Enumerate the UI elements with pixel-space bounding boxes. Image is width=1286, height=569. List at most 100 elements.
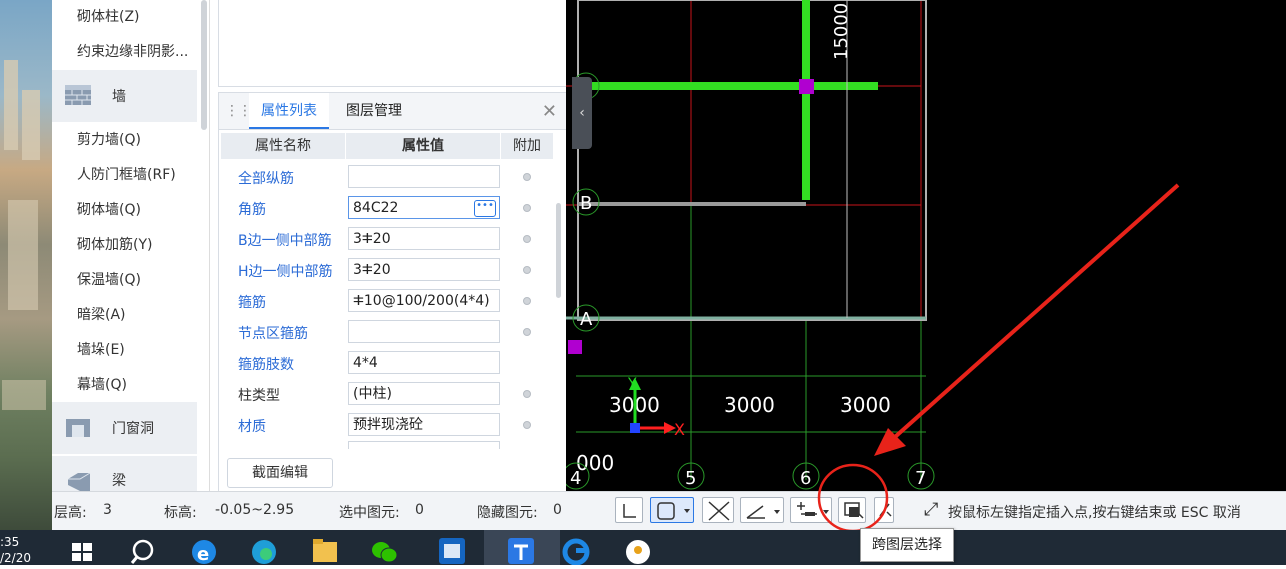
object-snap-button[interactable]: [650, 497, 694, 523]
taskbar-budget-app[interactable]: [428, 530, 476, 565]
taskbar-wechat[interactable]: [360, 530, 408, 565]
nav-category-wall[interactable]: 墙: [52, 70, 197, 122]
extra-checkbox[interactable]: [523, 204, 531, 212]
extra-checkbox[interactable]: [523, 297, 531, 305]
property-row: 全部纵筋: [221, 162, 553, 193]
property-value-input[interactable]: 3ⵐ20: [348, 227, 500, 250]
extra-checkbox[interactable]: [523, 421, 531, 429]
wechat-icon: [372, 542, 398, 563]
property-value-input[interactable]: [348, 441, 500, 449]
taskbar-gtj-app-active[interactable]: [484, 530, 560, 565]
taskbar-search[interactable]: [118, 530, 166, 565]
floor-height-label: 层高:: [54, 505, 87, 521]
extra-checkbox[interactable]: [523, 235, 531, 243]
column-header-extra: 附加: [513, 138, 541, 154]
property-value-input[interactable]: 预拌现浇砼: [348, 413, 500, 436]
search-icon: [130, 539, 154, 564]
desktop-wallpaper: [0, 0, 52, 532]
span-label: 3000: [724, 393, 775, 417]
drag-grip-icon[interactable]: ⋮⋮: [225, 103, 252, 119]
clock-date: /2/20: [0, 551, 31, 565]
property-panel: ⋮⋮ 属性列表 图层管理 ✕ 属性名称 属性值 附加 全部纵筋 角筋 84C22…: [218, 92, 568, 493]
property-name: 箍筋: [238, 295, 266, 311]
collapse-panel-handle[interactable]: ‹: [572, 77, 592, 149]
property-name: 箍筋肢数: [238, 357, 294, 373]
nav-item-masonry-wall[interactable]: 砌体墙(Q): [77, 200, 141, 220]
column-marker: [799, 79, 814, 94]
nav-item-constraint-edge[interactable]: 约束边缘非阴影...: [77, 42, 188, 62]
nav-item-civil-defense-wall[interactable]: 人防门框墙(RF): [77, 165, 176, 185]
extra-checkbox[interactable]: [523, 328, 531, 336]
property-value-input[interactable]: (中柱): [348, 382, 500, 405]
axis-grid-red: [566, 0, 922, 320]
property-panel-tabs: ⋮⋮ 属性列表 图层管理 ✕: [219, 93, 567, 130]
svg-text:e: e: [197, 544, 209, 565]
folder-icon: [313, 539, 337, 562]
nav-item-insulation-wall[interactable]: 保温墙(Q): [77, 270, 141, 290]
tab-layer-management[interactable]: 图层管理: [334, 93, 414, 129]
cross-icon: [708, 501, 730, 521]
nav-item-wall-pier[interactable]: 墙垛(E): [77, 340, 125, 360]
beam-icon: [68, 472, 91, 491]
angle-button[interactable]: [740, 497, 784, 523]
nav-scrollbar[interactable]: [201, 0, 207, 130]
nav-item-curtain-wall[interactable]: 幕墙(Q): [77, 375, 127, 395]
property-value-input[interactable]: [348, 320, 500, 343]
extra-checkbox[interactable]: [523, 390, 531, 398]
taskbar-glodon[interactable]: [552, 530, 600, 566]
start-button[interactable]: [58, 530, 106, 565]
nav-item-masonry-column[interactable]: 砌体柱(Z): [77, 7, 140, 27]
clock-time: :35: [0, 535, 20, 549]
elevation-value: -0.05~2.95: [215, 502, 295, 518]
axis-label-a: A: [580, 309, 593, 330]
ucs-x-label: X: [674, 420, 685, 439]
span-label: 3000: [840, 393, 891, 417]
property-name: 角筋: [238, 202, 266, 218]
property-value-input[interactable]: 4*4: [348, 351, 500, 374]
hidden-count-value: 0: [553, 502, 562, 518]
slab-outline: [577, 0, 927, 321]
nav-item-hidden-beam[interactable]: 暗梁(A): [77, 305, 126, 325]
gtj-app-icon: [508, 538, 534, 564]
more-options-button[interactable]: •••: [474, 200, 496, 217]
axis-label-b: B: [580, 193, 592, 214]
nav-item-shear-wall[interactable]: 剪力墙(Q): [77, 130, 141, 150]
nav-item-masonry-reinforce[interactable]: 砌体加筋(Y): [77, 235, 152, 255]
dimension-lines: [576, 205, 926, 480]
property-value-input-selected[interactable]: 84C22 •••: [348, 196, 500, 219]
property-row: H边一侧中部筋 3ⵐ20: [221, 255, 553, 286]
selected-count-label: 选中图元:: [339, 505, 400, 521]
property-name: 柱类型: [238, 388, 280, 404]
nav-category-beam[interactable]: 梁: [52, 456, 197, 491]
property-name: B边一侧中部筋: [238, 233, 332, 249]
taskbar-edge[interactable]: [240, 530, 288, 565]
drawing-canvas[interactable]: 15000 B A 3000 3000 3000 000 4 5 6 7 Y X: [562, 0, 1286, 491]
property-row-partial: [221, 441, 553, 449]
orthogonal-button[interactable]: [615, 497, 643, 523]
property-scrollbar[interactable]: [556, 203, 561, 298]
ie-icon: e: [192, 540, 216, 565]
close-icon[interactable]: ✕: [542, 101, 557, 122]
extra-checkbox[interactable]: [523, 266, 531, 274]
extra-checkbox[interactable]: [523, 173, 531, 181]
property-value-input[interactable]: ⵐ10@100/200(4*4): [348, 289, 500, 312]
property-name: 全部纵筋: [238, 171, 294, 187]
taskbar-ie[interactable]: e: [180, 530, 228, 565]
property-value-input[interactable]: 3ⵐ20: [348, 258, 500, 281]
nav-category-opening-label: 门窗洞: [112, 421, 154, 437]
nav-category-opening[interactable]: 门窗洞: [52, 402, 197, 454]
tab-property-list[interactable]: 属性列表: [249, 93, 329, 129]
component-list-panel: [218, 0, 568, 87]
windows-logo-icon: [72, 543, 92, 561]
column-header-name: 属性名称: [221, 133, 346, 159]
taskbar-other-app[interactable]: [614, 530, 662, 565]
property-value-input[interactable]: [348, 165, 500, 188]
nav-category-wall-label: 墙: [112, 89, 126, 105]
taskbar-explorer[interactable]: [300, 530, 348, 565]
property-value-text: 84C22: [353, 200, 399, 216]
floor-height-value: 3: [103, 502, 112, 518]
span-label-partial: 000: [576, 451, 614, 475]
cross-select-button[interactable]: [702, 497, 734, 523]
floor-plan-drawing: 15000 B A 3000 3000 3000 000 4 5 6 7 Y X: [562, 0, 1180, 490]
section-edit-button[interactable]: 截面编辑: [227, 458, 333, 488]
